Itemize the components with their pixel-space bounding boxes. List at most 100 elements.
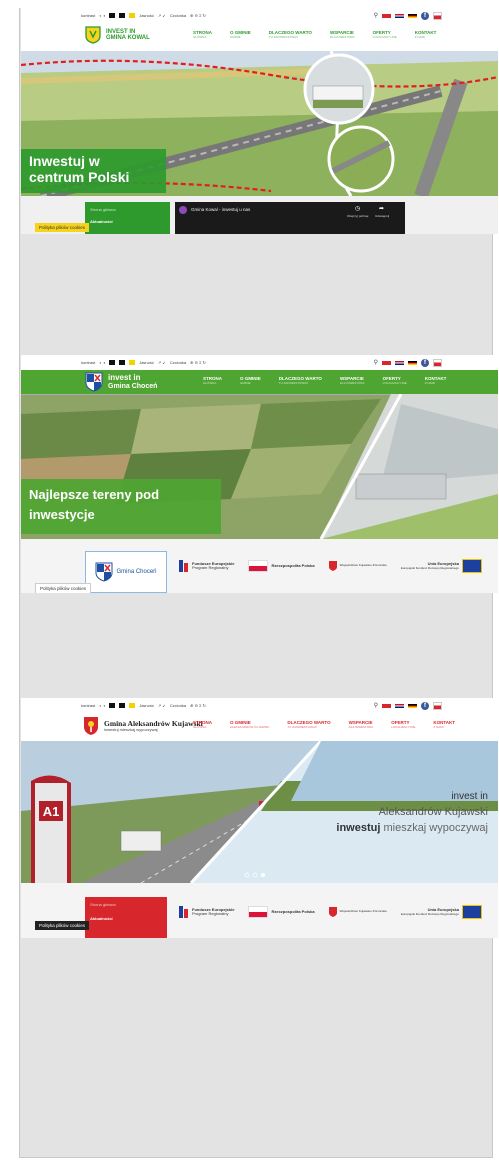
hero-caption: invest in Aleksandrów Kujawski inwestuj … — [336, 791, 488, 834]
menu-item-kontakt[interactable]: KONTAKT Z NAMI — [415, 30, 437, 39]
font-size-icons[interactable]: ⊕ ⊖ Σ ↻ — [190, 13, 206, 18]
eu-partners-bar: Fundusze Europejskie Program Regionalny R… — [179, 905, 482, 919]
a1-road-sign: A1 — [43, 804, 60, 819]
menu-item-wsparcie[interactable]: WSPARCIE DLA INWESTORA — [330, 30, 355, 39]
contrast-yellow-button[interactable] — [129, 703, 136, 708]
hero-title-line2: centrum Polski — [29, 169, 130, 185]
contrast-dark-button[interactable] — [119, 13, 126, 18]
menu-item-wsparcie[interactable]: WSPARCIE DLA INWESTORA — [340, 376, 365, 385]
menu-item-dlaczego[interactable]: DLACZEGO WARTO TU ZAINWESTOWAĆ — [269, 30, 312, 39]
sidebar-item-home[interactable]: Strona główna — [85, 202, 170, 217]
brightness-icon[interactable]: ↗ ↙ — [158, 703, 166, 708]
sidebar-item-news[interactable]: Aktualności — [85, 912, 167, 925]
pl-flag-icon[interactable] — [382, 360, 391, 365]
sidebar-menu: Strona główna Aktualności — [85, 897, 167, 938]
accessibility-bar: kontrast ◐ ◑ Jasność ↗ ↙ Czcionka ⊕ ⊖ Σ … — [21, 698, 498, 713]
facebook-icon[interactable]: f — [421, 701, 429, 710]
share-label[interactable]: Udostępnij — [375, 214, 389, 218]
search-icon[interactable]: ⚲ — [374, 702, 378, 709]
bip-crest-icon[interactable] — [433, 701, 442, 710]
en-flag-icon[interactable] — [395, 703, 404, 708]
menu-item-oferty[interactable]: OFERTY LOKALIZACYJNE — [373, 30, 397, 39]
partner-ue: Unia Europejska Europejski Fundusz Rozwoj… — [401, 905, 482, 919]
facebook-icon[interactable]: f — [421, 358, 429, 367]
site-logo[interactable]: INVEST IN GMINA KOWAL — [85, 26, 150, 44]
main-nav: INVEST IN GMINA KOWAL STRONA GŁÓWNA O GMI… — [21, 23, 498, 51]
site-kowal: kontrast ◐ ◑ Jasność ↗ ↙ Czcionka ⊕ ⊖ Σ … — [21, 8, 498, 234]
bip-crest-icon[interactable] — [433, 11, 442, 20]
side-logo-box[interactable]: Gmina Choceń — [85, 551, 167, 593]
menu-item-wsparcie[interactable]: WSPARCIE DLA INWESTORA — [349, 720, 374, 729]
de-flag-icon[interactable] — [408, 703, 417, 708]
menu-item-o-gminie[interactable]: O GMINIE GMINIE — [240, 376, 261, 385]
fe-logo-icon — [179, 906, 188, 918]
clock-icon[interactable]: ◷ — [355, 205, 360, 212]
de-flag-icon[interactable] — [408, 13, 417, 18]
voivodeship-crest-icon — [328, 561, 337, 571]
search-icon[interactable]: ⚲ — [374, 12, 378, 19]
contrast-dark-button[interactable] — [119, 703, 126, 708]
menu-item-oferty[interactable]: OFERTY LOKALIZACYJNE — [391, 720, 415, 729]
font-size-icons[interactable]: ⊕ ⊖ Σ ↻ — [190, 360, 206, 365]
polish-flag-icon — [248, 906, 269, 918]
menu-item-strona[interactable]: STRONA GŁÓWNA — [203, 376, 222, 385]
brightness-icon[interactable]: ↗ ↙ — [158, 13, 166, 18]
main-nav: Gmina Aleksandrów Kujawski inwestuj mies… — [21, 713, 498, 741]
cookie-policy-link[interactable]: Polityka plików cookies — [35, 921, 90, 930]
video-title[interactable]: Gmina Kowal - inwestuj u nas — [191, 207, 250, 212]
brightness-icon[interactable]: ↗ ↙ — [158, 360, 166, 365]
pl-flag-icon[interactable] — [382, 13, 391, 18]
site-logo[interactable]: Gmina Aleksandrów Kujawski inwestuj mies… — [83, 716, 203, 736]
chocen-crest-icon — [95, 562, 113, 582]
share-icon[interactable]: ➦ — [379, 205, 384, 212]
kowal-crest-icon — [85, 26, 101, 44]
brightness-label: Jasność — [139, 13, 154, 18]
menu-item-o-gminie[interactable]: O GMINIE ALEKSANDRÓW KUJAWSKI — [230, 720, 269, 729]
contrast-yellow-button[interactable] — [129, 13, 136, 18]
main-menu: STRONA GŁÓWNA O GMINIE GMINIE DLACZEGO WAR… — [193, 30, 454, 39]
partner-ue: Unia Europejska Europejski Fundusz Rozwoj… — [401, 559, 482, 573]
slide-dot-3[interactable] — [261, 873, 265, 877]
channel-avatar[interactable] — [179, 206, 187, 214]
menu-item-dlaczego[interactable]: DLACZEGO WARTO TU ZAINWESTOWAĆ — [279, 376, 322, 385]
hero-caption: Inwestuj w centrum Polski — [21, 149, 166, 193]
menu-item-strona[interactable]: STRONA GŁÓWNA — [193, 720, 212, 729]
en-flag-icon[interactable] — [395, 13, 404, 18]
hero-title-line1: invest in — [451, 791, 488, 802]
menu-item-dlaczego[interactable]: DLACZEGO WARTO TU ZAINWESTOWAĆ — [287, 720, 330, 729]
sidebar-item-news[interactable]: Aktualności — [85, 217, 170, 226]
menu-item-kontakt[interactable]: KONTAKT Z NAMI — [425, 376, 447, 385]
sidebar-menu: Strona główna Aktualności — [85, 202, 170, 234]
menu-item-oferty[interactable]: OFERTY LOKALIZACYJNE — [383, 376, 407, 385]
sidebar-item-home[interactable]: Strona główna — [85, 897, 167, 912]
contrast-black-button[interactable] — [109, 13, 116, 18]
main-menu: STRONA GŁÓWNA O GMINIE ALEKSANDRÓW KUJAWSK… — [193, 720, 473, 729]
watch-later-label[interactable]: Obejrzyj później — [347, 214, 368, 218]
en-flag-icon[interactable] — [395, 360, 404, 365]
cookie-policy-link[interactable]: Polityka plików cookies — [35, 583, 92, 593]
contrast-black-button[interactable] — [109, 360, 116, 365]
contrast-icon[interactable]: ◐ ◑ — [99, 13, 105, 18]
voivodeship-crest-icon — [328, 907, 337, 917]
facebook-icon[interactable]: f — [421, 11, 429, 20]
contrast-icon[interactable]: ◐ ◑ — [99, 360, 105, 365]
de-flag-icon[interactable] — [408, 360, 417, 365]
contrast-yellow-button[interactable] — [129, 360, 136, 365]
video-player[interactable]: Gmina Kowal - inwestuj u nas ◷ Obejrzyj … — [175, 202, 405, 234]
menu-item-o-gminie[interactable]: O GMINIE GMINIE — [230, 30, 251, 39]
font-size-icons[interactable]: ⊕ ⊖ Σ ↻ — [190, 703, 206, 708]
accessibility-bar: kontrast ◐ ◑ Jasność ↗ ↙ Czcionka ⊕ ⊖ Σ … — [21, 8, 498, 23]
menu-item-strona[interactable]: STRONA GŁÓWNA — [193, 30, 212, 39]
bip-crest-icon[interactable] — [433, 358, 442, 367]
search-icon[interactable]: ⚲ — [374, 359, 378, 366]
contrast-black-button[interactable] — [109, 703, 116, 708]
site-logo[interactable]: invest in Gmina Choceń — [85, 372, 157, 392]
content-area: Gmina Choceń Fundusze Europejskie Program… — [21, 539, 498, 593]
contrast-icon[interactable]: ◐ ◑ — [99, 703, 105, 708]
menu-item-kontakt[interactable]: KONTAKT Z NAMI — [433, 720, 455, 729]
contrast-dark-button[interactable] — [119, 360, 126, 365]
brightness-label: Jasność — [139, 703, 154, 708]
pl-flag-icon[interactable] — [382, 703, 391, 708]
hero-banner: A1 invest in Aleksandrów Kujawski inwest… — [21, 741, 498, 883]
cookie-policy-link[interactable]: Polityka plików cookies — [35, 223, 90, 232]
